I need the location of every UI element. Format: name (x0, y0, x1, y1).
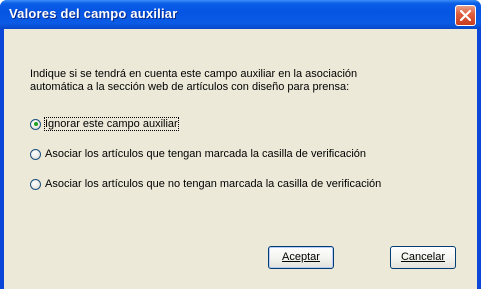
close-button[interactable] (455, 5, 476, 26)
title-bar[interactable]: Valores del campo auxiliar (0, 0, 481, 29)
radio-option-unmarked[interactable]: Asociar los artículos que no tengan marc… (30, 175, 381, 193)
dialog-description: Indique si se tendrá en cuenta este camp… (30, 68, 450, 94)
radio-option-marked[interactable]: Asociar los artículos que tengan marcada… (30, 145, 366, 163)
cancel-button[interactable]: Cancelar (390, 246, 456, 269)
close-icon (460, 10, 471, 21)
accept-label: Aceptar (282, 251, 320, 263)
cancel-label: Cancelar (400, 251, 446, 263)
radio-button-checked[interactable] (30, 118, 41, 130)
accept-button[interactable]: Aceptar (268, 246, 334, 269)
radio-label-marked: Asociar los artículos que tengan marcada… (45, 148, 366, 160)
radio-button[interactable] (30, 148, 41, 160)
radio-label-ignore: Ignorar este campo auxiliar (44, 117, 179, 131)
description-line-1: Indique si se tendrá en cuenta este camp… (30, 68, 358, 80)
dialog-window: Valores del campo auxiliar Indique si se… (0, 0, 481, 289)
dialog-title: Valores del campo auxiliar (9, 6, 178, 21)
radio-option-ignore[interactable]: Ignorar este campo auxiliar (30, 115, 179, 133)
radio-button[interactable] (30, 178, 41, 190)
radio-label-unmarked: Asociar los artículos que no tengan marc… (45, 178, 382, 190)
description-line-2: automática a la sección web de artículos… (30, 81, 350, 93)
